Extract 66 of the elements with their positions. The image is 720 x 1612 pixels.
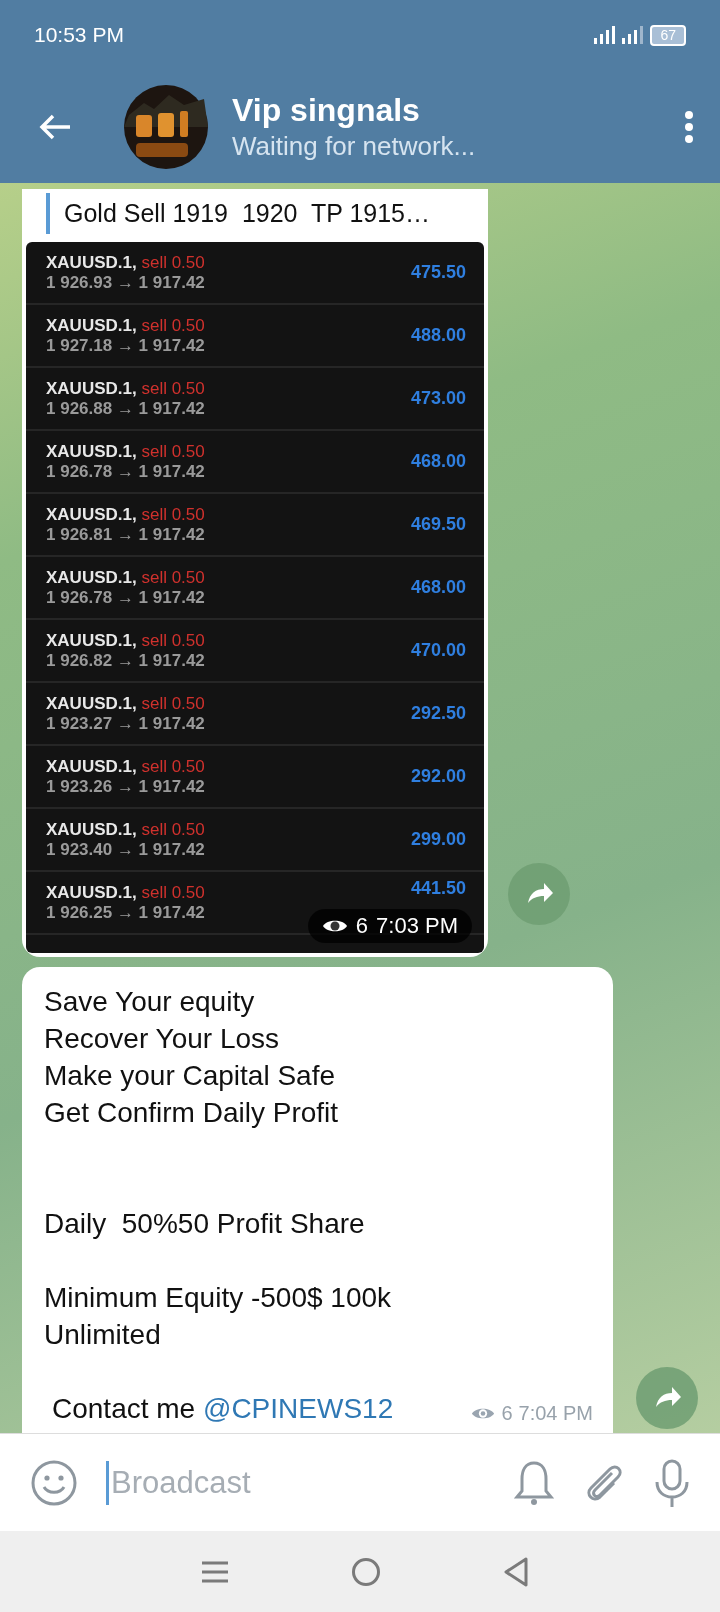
eye-icon <box>471 1406 496 1421</box>
message-line: Minimum Equity -500$ 100k <box>44 1281 393 1315</box>
view-count: 6 <box>501 1402 513 1425</box>
trade-profit: 488.00 <box>410 325 466 346</box>
trade-title: XAUUSD.1, sell 0.50 <box>46 252 205 273</box>
trade-prices: 1 926.88 → 1 917.42 <box>46 398 205 419</box>
trade-profit: 441.50 <box>410 878 466 899</box>
status-time: 10:53 PM <box>34 23 124 47</box>
trade-title: XAUUSD.1, sell 0.50 <box>46 882 205 903</box>
message-line: Daily 50%50 Profit Share <box>44 1207 366 1241</box>
message-line: Make your Capital Safe <box>44 1059 337 1093</box>
trade-prices: 1 926.81 → 1 917.42 <box>46 524 205 545</box>
microphone-icon[interactable] <box>654 1457 690 1508</box>
trade-prices: 1 926.78 → 1 917.42 <box>46 461 205 482</box>
message-line: Recover Your Loss <box>44 1022 281 1056</box>
trade-profit: 299.00 <box>410 829 466 850</box>
trade-prices: 1 923.27 → 1 917.42 <box>46 713 205 734</box>
trade-title: XAUUSD.1, sell 0.50 <box>46 504 205 525</box>
trade-profit: 475.50 <box>410 262 466 283</box>
trade-title: XAUUSD.1, sell 0.50 <box>46 567 205 588</box>
trade-profit: 292.50 <box>410 703 466 724</box>
channel-title: Vip singnals <box>232 91 421 129</box>
channel-avatar[interactable] <box>124 84 208 169</box>
view-count: 6 <box>355 913 369 939</box>
trade-prices: 1 923.26 → 1 917.42 <box>46 776 205 797</box>
trade-profit: 473.00 <box>410 388 466 409</box>
trade-profit: 470.00 <box>410 640 466 661</box>
reply-quote[interactable]: Gold Sell 1919 1920 TP 1915… <box>46 193 484 234</box>
signal-icon <box>594 26 617 44</box>
trade-prices: 1 926.93 → 1 917.42 <box>46 272 205 293</box>
trade-title: XAUUSD.1, sell 0.50 <box>46 819 205 840</box>
username-link[interactable]: @CPINEWS12 <box>202 1393 394 1424</box>
trade-profit: 468.00 <box>410 451 466 472</box>
emoji-icon[interactable] <box>30 1458 78 1507</box>
signal-icon <box>622 26 645 44</box>
eye-icon <box>321 918 348 934</box>
menu-icon[interactable] <box>201 1559 229 1584</box>
message-line: Unlimited <box>44 1318 162 1352</box>
back-nav-icon[interactable] <box>503 1556 529 1587</box>
more-icon[interactable] <box>684 109 694 144</box>
forward-icon[interactable] <box>508 863 570 925</box>
message-line: Get Confirm Daily Profit <box>44 1096 340 1130</box>
trade-title: XAUUSD.1, sell 0.50 <box>46 441 205 462</box>
message-line: Save Your equity <box>44 985 256 1019</box>
back-icon[interactable] <box>38 112 72 141</box>
trade-prices: 1 926.25 → 1 917.42 <box>46 902 205 923</box>
trade-profit: 468.00 <box>410 577 466 598</box>
trade-prices: 1 927.18 → 1 917.42 <box>46 335 205 356</box>
message-time: 7:03 PM <box>376 913 458 939</box>
battery-indicator: 67 <box>650 24 686 46</box>
trade-title: XAUUSD.1, sell 0.50 <box>46 630 205 651</box>
trade-title: XAUUSD.1, sell 0.50 <box>46 693 205 714</box>
message-line: Contact me @CPINEWS12 <box>51 1392 394 1426</box>
trade-title: XAUUSD.1, sell 0.50 <box>46 378 205 399</box>
trade-prices: 1 926.82 → 1 917.42 <box>46 650 205 671</box>
trade-profit: 469.50 <box>410 514 466 535</box>
trade-prices: 1 923.40 → 1 917.42 <box>46 839 205 860</box>
trade-prices: 1 926.78 → 1 917.42 <box>46 587 205 608</box>
quote-text: Gold Sell 1919 1920 TP 1915… <box>64 199 430 227</box>
trade-profit: 292.00 <box>410 766 466 787</box>
message-time: 7:04 PM <box>518 1402 593 1425</box>
forward-icon[interactable] <box>636 1367 698 1429</box>
trade-title: XAUUSD.1, sell 0.50 <box>46 315 205 336</box>
connection-status: Waiting for network... <box>232 130 477 162</box>
trade-title: XAUUSD.1, sell 0.50 <box>46 756 205 777</box>
home-icon[interactable] <box>351 1556 381 1587</box>
